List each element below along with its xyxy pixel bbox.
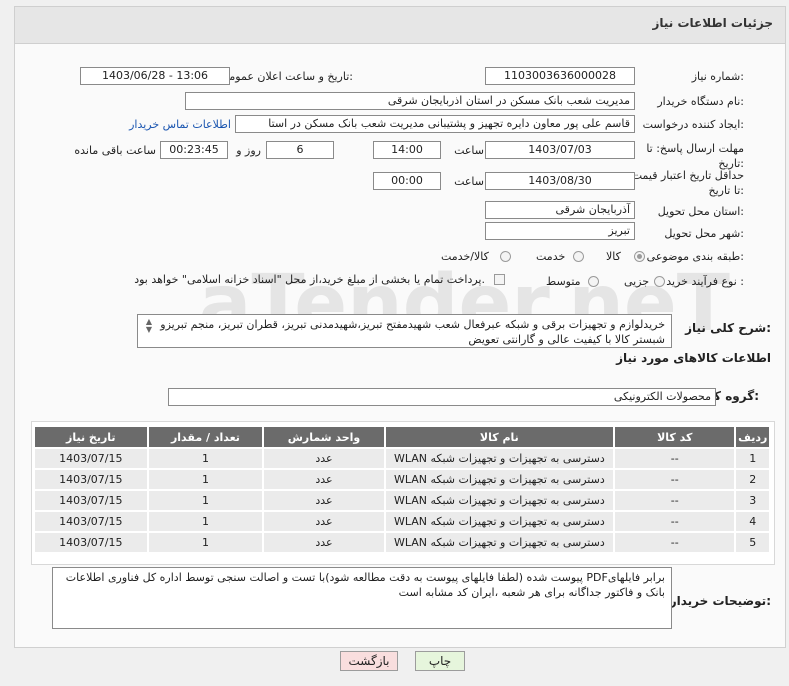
category-option-goods: کالا — [606, 250, 621, 263]
cell-unit: عدد — [264, 491, 384, 510]
col-item-code: کد کالا — [615, 427, 735, 447]
deadline-date-field[interactable]: 1403/07/03 — [485, 141, 635, 159]
days-field[interactable]: 6 — [266, 141, 334, 159]
col-need-date: تاریخ نیاز — [35, 427, 147, 447]
cell-unit: عدد — [264, 512, 384, 531]
cell-quantity: 1 — [148, 449, 263, 468]
announce-field[interactable]: 1403/06/28 - 13:06 — [80, 67, 230, 85]
cell-unit: عدد — [264, 533, 384, 552]
category-label: طبقه بندی موضوعی: — [646, 250, 744, 263]
cell-row-number: 1 — [736, 449, 769, 468]
cell-need-date: 1403/07/15 — [35, 512, 147, 531]
process-label: نوع فرآیند خرید : — [666, 275, 744, 288]
cell-unit: عدد — [264, 470, 384, 489]
col-unit: واحد شمارش — [264, 427, 384, 447]
cell-row-number: 2 — [736, 470, 769, 489]
requester-label: ایجاد کننده درخواست: — [642, 118, 744, 131]
need-number-field[interactable]: 1103003636000028 — [485, 67, 635, 85]
goods-table: ردیف کد کالا نام کالا واحد شمارش تعداد /… — [33, 425, 771, 554]
buyer-notes-label: توضیحات خریدار: — [669, 594, 771, 608]
requester-field[interactable]: قاسم علی پور معاون دایره تجهیز و پشتیبان… — [235, 115, 635, 133]
cell-quantity: 1 — [148, 533, 263, 552]
cell-unit: عدد — [264, 449, 384, 468]
process-radio-minor[interactable] — [654, 276, 665, 287]
col-item-name: نام کالا — [385, 427, 614, 447]
cell-need-date: 1403/07/15 — [35, 449, 147, 468]
cell-item-name: دسترسی به تجهیزات و تجهیزات شبکه WLAN — [385, 491, 614, 510]
cell-item-name: دسترسی به تجهیزات و تجهیزات شبکه WLAN — [385, 470, 614, 489]
category-radio-goods-service[interactable] — [500, 251, 511, 262]
cell-row-number: 3 — [736, 491, 769, 510]
table-row[interactable]: 5 -- دسترسی به تجهیزات و تجهیزات شبکه WL… — [35, 533, 769, 552]
panel-header: جزئیات اطلاعات نیاز — [14, 6, 786, 44]
cell-row-number: 5 — [736, 533, 769, 552]
province-field[interactable]: آذربایجان شرقی — [485, 201, 635, 219]
goods-section-title: اطلاعات کالاهای مورد نیاز — [616, 351, 771, 365]
city-label: شهر محل تحویل: — [664, 227, 744, 240]
cell-need-date: 1403/07/15 — [35, 491, 147, 510]
buyer-notes-textarea[interactable]: برابر فایلهایPDF پیوست شده (لطفا فایلهای… — [52, 567, 672, 629]
buyer-contact-link[interactable]: اطلاعات تماس خریدار — [129, 118, 231, 131]
process-option-medium: متوسط — [546, 275, 581, 288]
cell-item-name: دسترسی به تجهیزات و تجهیزات شبکه WLAN — [385, 533, 614, 552]
category-option-service: خدمت — [536, 250, 566, 263]
page-title: جزئیات اطلاعات نیاز — [652, 16, 773, 30]
table-row[interactable]: 2 -- دسترسی به تجهیزات و تجهیزات شبکه WL… — [35, 470, 769, 489]
goods-group-field[interactable]: محصولات الکترونیکی — [168, 388, 716, 406]
category-option-goods-service: کالا/خدمت — [441, 250, 489, 263]
deadline-time-field[interactable]: 14:00 — [373, 141, 441, 159]
cell-item-code: -- — [615, 512, 735, 531]
deadline-label: مهلت ارسال پاسخ: تا تاریخ: — [646, 142, 744, 170]
process-option-minor: جزیی — [624, 275, 650, 288]
cell-row-number: 4 — [736, 512, 769, 531]
process-radio-medium[interactable] — [588, 276, 599, 287]
announce-label: تاریخ و ساعت اعلان عمومی: — [220, 70, 353, 83]
buyer-org-label: نام دستگاه خریدار: — [657, 95, 744, 108]
cell-quantity: 1 — [148, 470, 263, 489]
cell-item-name: دسترسی به تجهیزات و تجهیزات شبکه WLAN — [385, 449, 614, 468]
deadline-time-label: ساعت — [454, 144, 484, 157]
province-label: استان محل تحویل: — [657, 205, 744, 218]
col-quantity: تعداد / مقدار — [148, 427, 263, 447]
print-button[interactable]: چاپ — [415, 651, 465, 671]
goods-table-header-row: ردیف کد کالا نام کالا واحد شمارش تعداد /… — [35, 427, 769, 447]
cell-quantity: 1 — [148, 491, 263, 510]
cell-item-code: -- — [615, 533, 735, 552]
validity-time-field[interactable]: 00:00 — [373, 172, 441, 190]
table-row[interactable]: 3 -- دسترسی به تجهیزات و تجهیزات شبکه WL… — [35, 491, 769, 510]
treasury-checkbox[interactable] — [494, 274, 505, 285]
validity-date-field[interactable]: 1403/08/30 — [485, 172, 635, 190]
description-scroll-arrows[interactable]: ▲ ▼ — [143, 318, 155, 334]
back-button[interactable]: بازگشت — [340, 651, 398, 671]
validity-label: حداقل تاریخ اعتبار قیمت: تا تاریخ: — [628, 169, 744, 197]
cell-item-name: دسترسی به تجهیزات و تجهیزات شبکه WLAN — [385, 512, 614, 531]
cell-need-date: 1403/07/15 — [35, 533, 147, 552]
table-row[interactable]: 1 -- دسترسی به تجهیزات و تجهیزات شبکه WL… — [35, 449, 769, 468]
buyer-org-field[interactable]: مدیریت شعب بانک مسکن در استان اذربایجان … — [185, 92, 635, 110]
table-row[interactable]: 4 -- دسترسی به تجهیزات و تجهیزات شبکه WL… — [35, 512, 769, 531]
cell-item-code: -- — [615, 449, 735, 468]
cell-item-code: -- — [615, 491, 735, 510]
days-label: روز و — [236, 144, 261, 157]
process-note: پرداخت تمام یا بخشی از مبلغ خرید،از محل … — [134, 273, 485, 286]
remaining-time-field[interactable]: 00:23:45 — [160, 141, 228, 159]
remaining-time-label: ساعت باقی مانده — [74, 144, 156, 157]
col-row-number: ردیف — [736, 427, 769, 447]
cell-need-date: 1403/07/15 — [35, 470, 147, 489]
category-radio-goods[interactable] — [634, 251, 645, 262]
cell-quantity: 1 — [148, 512, 263, 531]
description-textarea[interactable]: خریدلوازم و تجهیزات برقی و شبکه عبرفعال … — [137, 314, 672, 348]
validity-time-label: ساعت — [454, 175, 484, 188]
description-label: شرح کلی نیاز: — [685, 321, 771, 335]
need-number-label: شماره نیاز: — [691, 70, 744, 83]
cell-item-code: -- — [615, 470, 735, 489]
city-field[interactable]: تبریز — [485, 222, 635, 240]
category-radio-service[interactable] — [573, 251, 584, 262]
